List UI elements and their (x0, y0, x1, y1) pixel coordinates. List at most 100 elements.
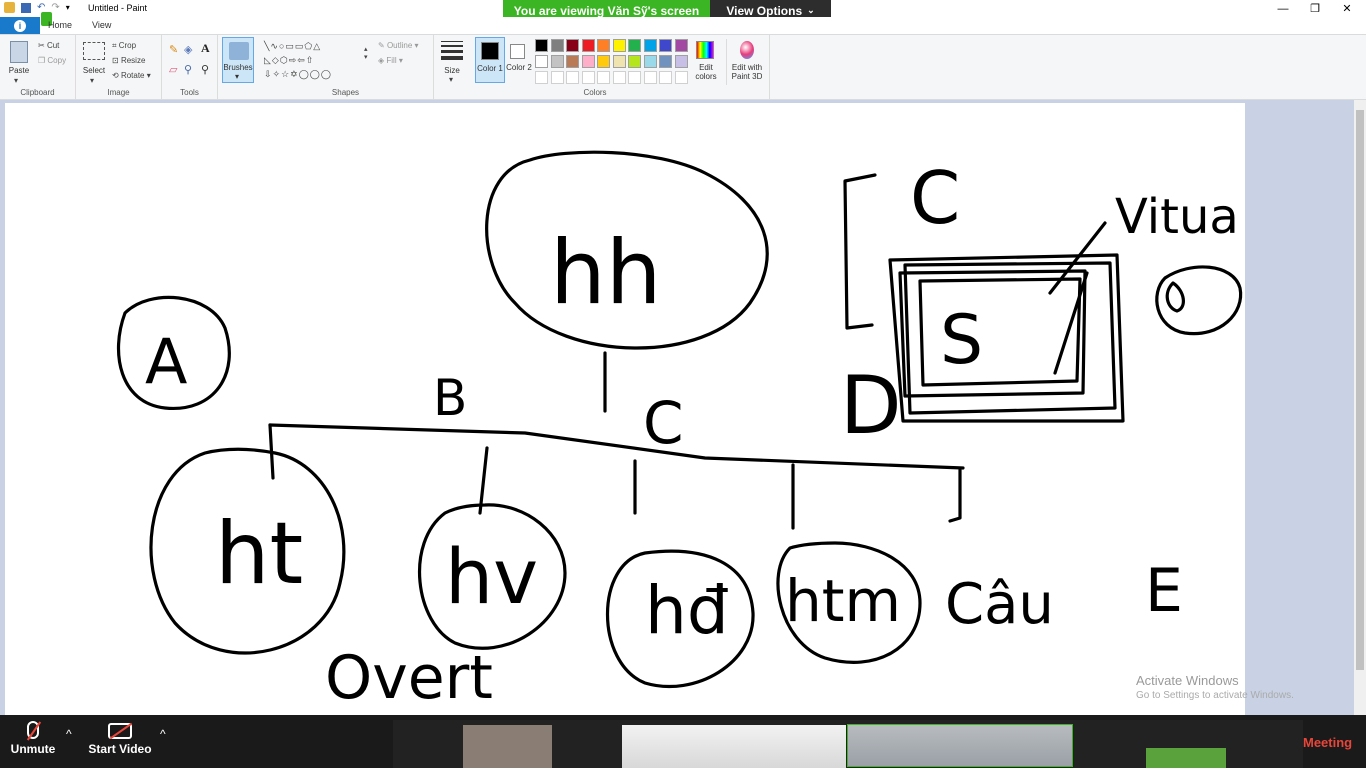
resize-button[interactable]: ⊡ Resize (112, 56, 145, 65)
palette-swatch[interactable] (550, 39, 564, 52)
palette-empty-swatch[interactable] (674, 71, 688, 84)
shapes-row-2: ◺◇⬡⇨⇦⇧ (264, 55, 315, 65)
copy-button[interactable]: ❐ Copy (38, 56, 66, 65)
label-s: S (940, 301, 983, 380)
palette-swatch[interactable] (643, 55, 657, 68)
muted-mic-icon (26, 721, 42, 741)
video-options-caret[interactable]: ^ (160, 727, 166, 741)
palette-swatch[interactable] (612, 55, 626, 68)
shapes-gallery[interactable]: ╲∿○▭▭⬠△ ◺◇⬡⇨⇦⇧ ⇩✧☆✡◯◯◯ (264, 39, 372, 81)
color-picker-icon[interactable]: ⚲ (184, 63, 192, 76)
palette-swatch[interactable] (628, 39, 641, 52)
bracket-left (843, 173, 877, 330)
label-ht: ht (215, 504, 303, 604)
label-hh: hh (550, 221, 662, 324)
tab-home[interactable]: Home (48, 20, 72, 30)
label-e: E (1145, 556, 1183, 626)
file-tab[interactable]: i (0, 17, 40, 34)
size-icon[interactable] (441, 41, 463, 60)
drawing-canvas[interactable]: hh A B C C D S Vitua ht hv hđ htm Câu E … (5, 103, 1245, 715)
vertical-scrollbar[interactable] (1354, 100, 1366, 715)
fill-button[interactable]: ◈ Fill ▾ (378, 56, 403, 65)
color2-label: Color 2 (506, 63, 532, 72)
participant-video-4[interactable] (1146, 748, 1226, 768)
outline-button[interactable]: ✎ Outline ▾ (378, 41, 419, 50)
meeting-button[interactable]: Meeting (1303, 735, 1352, 750)
palette-swatch[interactable] (581, 39, 595, 52)
rect-mid (898, 269, 1087, 398)
magnifier-icon[interactable]: ⚲ (201, 63, 209, 76)
palette-swatch[interactable] (659, 39, 672, 52)
palette-empty-swatch[interactable] (550, 71, 564, 84)
fill-bucket-icon[interactable]: ◈ (184, 43, 192, 56)
paint3d-icon (740, 41, 754, 59)
eraser-icon[interactable]: ▱ (169, 63, 177, 76)
palette-swatch[interactable] (550, 55, 564, 68)
label-overt: Overt (325, 643, 493, 713)
brushes-button[interactable]: Brushes ▾ (222, 37, 254, 83)
palette-empty-swatch[interactable] (535, 71, 548, 84)
palette-swatch[interactable] (566, 55, 579, 68)
select-dropdown-icon[interactable]: ▾ (90, 76, 94, 85)
label-hd: hđ (645, 572, 729, 649)
start-video-button[interactable]: Start Video (88, 721, 152, 756)
palette-empty-swatch[interactable] (628, 71, 641, 84)
activate-windows-title: Activate Windows (1136, 673, 1239, 688)
pencil-icon[interactable]: ✎ (169, 43, 178, 56)
save-icon[interactable] (21, 2, 31, 13)
size-dropdown-icon[interactable]: ▾ (449, 75, 453, 84)
palette-swatch[interactable] (597, 39, 610, 52)
palette-empty-swatch[interactable] (597, 71, 610, 84)
participant-video-2[interactable] (622, 725, 846, 768)
redo-icon[interactable]: ↷ (51, 2, 59, 13)
scrollbar-thumb[interactable] (1356, 110, 1364, 670)
audio-options-caret[interactable]: ^ (66, 727, 72, 741)
video-off-icon (108, 722, 133, 740)
edit-colors-button[interactable]: Edit colors (694, 39, 718, 85)
crop-button[interactable]: ⌗ Crop (112, 41, 136, 51)
shapes-scroll-icon[interactable]: ▴ ▾ (364, 45, 368, 61)
palette-swatch[interactable] (628, 55, 641, 68)
colors-label: Colors (583, 88, 607, 97)
palette-swatch[interactable] (612, 39, 626, 52)
color1-button[interactable]: Color 1 (475, 37, 505, 83)
palette-empty-swatch[interactable] (659, 71, 672, 84)
palette-swatch[interactable] (643, 39, 657, 52)
palette-swatch[interactable] (535, 55, 548, 68)
select-icon[interactable] (83, 42, 105, 60)
palette-swatch[interactable] (581, 55, 595, 68)
color2-button[interactable]: Color 2 (506, 37, 532, 83)
palette-swatch[interactable] (597, 55, 610, 68)
palette-swatch[interactable] (674, 55, 688, 68)
tab-view[interactable]: View (92, 20, 111, 30)
customize-qa-icon[interactable]: ▾ (66, 3, 70, 12)
palette-empty-swatch[interactable] (643, 71, 657, 84)
size-button[interactable]: Size (438, 66, 466, 75)
palette-swatch[interactable] (566, 39, 579, 52)
paint3d-button[interactable]: Edit with Paint 3D (726, 39, 766, 85)
cut-button[interactable]: ✂ Cut (38, 41, 59, 50)
paint-app-icon[interactable] (4, 2, 15, 13)
palette-empty-swatch[interactable] (566, 71, 579, 84)
paste-icon[interactable] (10, 41, 28, 63)
palette-empty-swatch[interactable] (581, 71, 595, 84)
text-icon[interactable]: A (201, 41, 210, 56)
restore-button[interactable]: ❐ (1298, 0, 1332, 17)
participant-video-3[interactable] (847, 724, 1073, 767)
rotate-button[interactable]: ⟲ Rotate ▾ (112, 71, 151, 80)
shapes-label: Shapes (331, 88, 360, 97)
participant-video-1[interactable] (463, 725, 552, 768)
unmute-button[interactable]: Unmute (8, 721, 58, 756)
select-button[interactable]: Select (80, 66, 108, 75)
palette-swatch[interactable] (674, 39, 688, 52)
minimize-button[interactable]: — (1266, 0, 1300, 17)
circle-right-inner (1165, 281, 1185, 313)
branch-tick-2 (478, 446, 489, 515)
paste-dropdown-icon[interactable]: ▾ (14, 76, 18, 85)
palette-swatch[interactable] (659, 55, 672, 68)
paste-button[interactable]: Paste (6, 66, 32, 75)
palette-swatch[interactable] (535, 39, 548, 52)
close-button[interactable]: ✕ (1330, 0, 1364, 17)
palette-empty-swatch[interactable] (612, 71, 626, 84)
image-label: Image (107, 88, 130, 97)
